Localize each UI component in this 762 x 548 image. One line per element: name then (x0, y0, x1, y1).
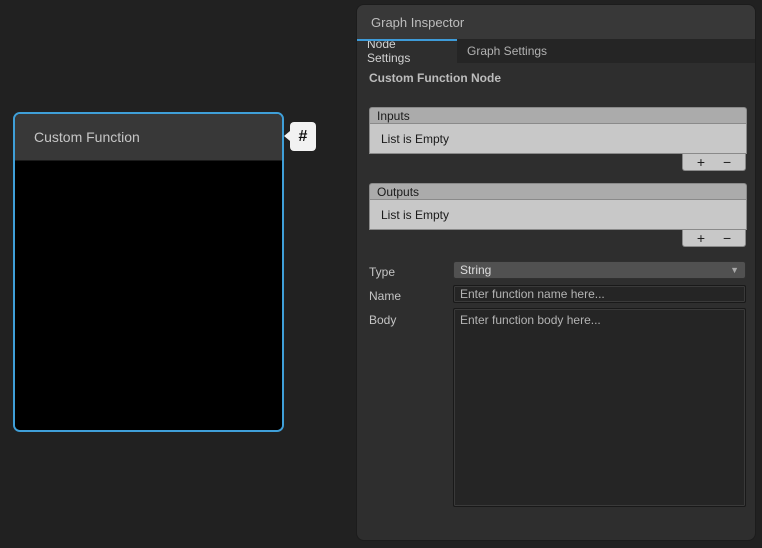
inputs-list: Inputs List is Empty + − (369, 107, 747, 171)
custom-function-node-heading: Custom Function Node (369, 71, 501, 85)
tab-node-settings[interactable]: Node Settings (357, 39, 457, 63)
outputs-list-footer: + − (682, 230, 746, 247)
name-label: Name (369, 289, 401, 303)
inspector-tabbar: Node Settings Graph Settings (357, 39, 755, 63)
function-body-textarea[interactable] (453, 308, 746, 507)
chevron-down-icon: ▼ (730, 265, 739, 275)
outputs-empty-row: List is Empty (369, 199, 747, 230)
inputs-add-button[interactable]: + (695, 155, 707, 169)
outputs-list: Outputs List is Empty + − (369, 183, 747, 247)
hash-icon: # (299, 128, 308, 146)
type-label: Type (369, 265, 395, 279)
node-hash-badge[interactable]: # (290, 122, 316, 151)
node-title-bar[interactable]: Custom Function (15, 114, 282, 161)
inputs-list-header[interactable]: Inputs (369, 107, 747, 123)
outputs-header-label: Outputs (377, 185, 419, 199)
body-label: Body (369, 313, 396, 327)
outputs-list-header[interactable]: Outputs (369, 183, 747, 199)
node-title-label: Custom Function (34, 129, 140, 145)
tab-graph-settings[interactable]: Graph Settings (457, 39, 571, 63)
node-preview-body (15, 161, 282, 432)
tab-graph-settings-label: Graph Settings (467, 44, 547, 58)
type-dropdown[interactable]: String ▼ (453, 261, 746, 279)
custom-function-node[interactable]: Custom Function (13, 112, 284, 432)
outputs-add-button[interactable]: + (695, 231, 707, 245)
graph-inspector-panel: Graph Inspector Node Settings Graph Sett… (356, 4, 756, 541)
outputs-remove-button[interactable]: − (721, 231, 733, 245)
inputs-empty-label: List is Empty (381, 132, 449, 146)
type-dropdown-value: String (460, 263, 491, 277)
inputs-empty-row: List is Empty (369, 123, 747, 154)
inputs-header-label: Inputs (377, 109, 410, 123)
function-name-input[interactable] (453, 285, 746, 303)
inspector-header[interactable]: Graph Inspector (357, 5, 755, 39)
badge-tail (284, 131, 290, 141)
inputs-list-footer: + − (682, 154, 746, 171)
tab-node-settings-label: Node Settings (367, 37, 433, 65)
outputs-empty-label: List is Empty (381, 208, 449, 222)
inspector-title: Graph Inspector (371, 15, 464, 30)
inputs-remove-button[interactable]: − (721, 155, 733, 169)
